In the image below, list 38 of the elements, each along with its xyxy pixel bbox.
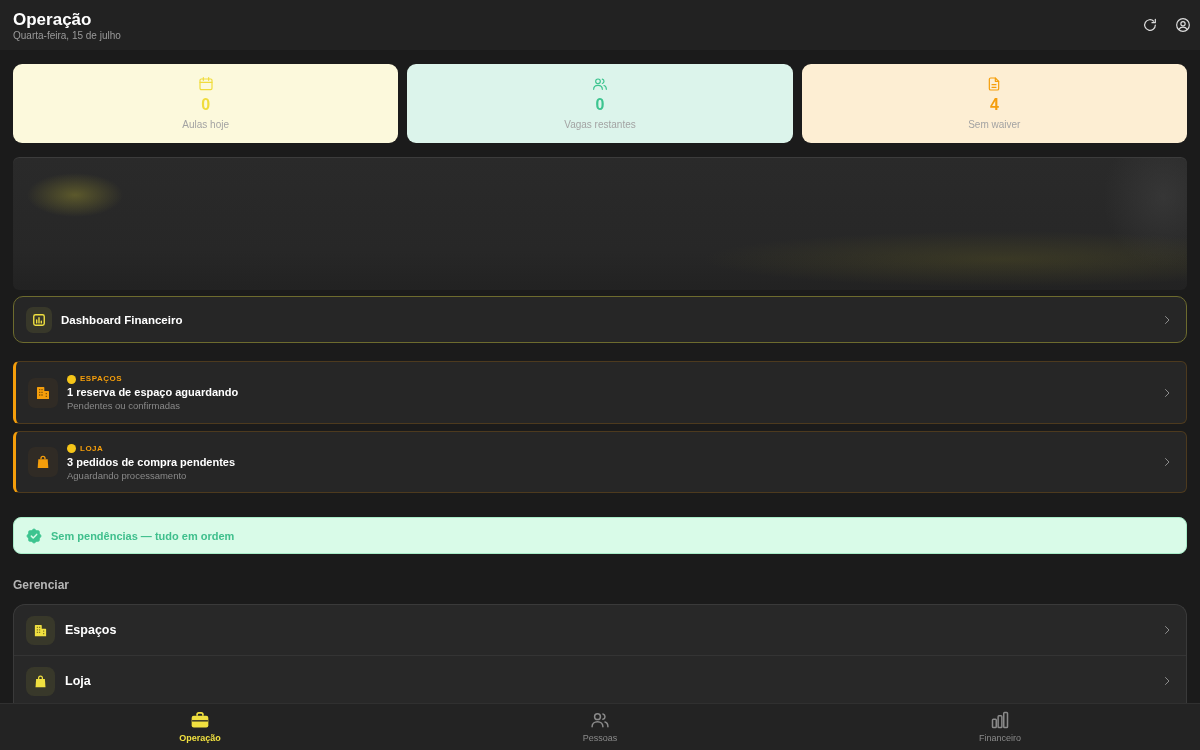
users-icon (592, 76, 608, 92)
check-badge-icon (26, 527, 42, 544)
stat-value: 0 (595, 96, 605, 114)
alert-title: 1 reserva de espaço aguardando (67, 385, 239, 400)
status-message: Sem pendências — tudo em ordem (51, 529, 235, 542)
alert-subtitle: Pendentes ou confirmadas (67, 400, 181, 412)
nav-tab[interactable]: Financeiro (973, 708, 1027, 746)
nav-tab[interactable]: Pessoas (576, 708, 624, 746)
stat-label: Sem waiver (968, 119, 1021, 131)
building-icon (26, 615, 55, 645)
building-icon (28, 377, 58, 408)
alert-category: LOJA (80, 442, 104, 455)
menu-item[interactable]: Espaços (14, 605, 1186, 656)
briefcase-icon (190, 710, 210, 730)
alert-card[interactable]: ESPAÇOS 1 reserva de espaço aguardando Pendentes ou confirmadas (13, 361, 1187, 424)
date-subtitle: Quarta-feira, 15 de julho (13, 30, 121, 42)
stat-label: Vagas restantes (564, 119, 636, 131)
stat-value: 4 (989, 96, 999, 114)
alert-category: ESPAÇOS (80, 373, 123, 385)
alert-card[interactable]: LOJA 3 pedidos de compra pendentes Aguardando processamento (13, 431, 1187, 493)
nav-tab[interactable]: Operação (173, 708, 227, 746)
page-title: Operação (13, 10, 92, 30)
status-dot-icon (67, 374, 76, 384)
bar-chart-icon (990, 710, 1010, 730)
calendar-icon (197, 76, 214, 92)
alert-title: 3 pedidos de compra pendentes (67, 454, 236, 470)
stat-value: 0 (201, 96, 211, 114)
chart-icon (26, 306, 52, 333)
shopping-bag-icon (26, 666, 55, 696)
alert-subtitle: Aguardando processamento (67, 469, 187, 482)
refresh-icon[interactable] (1142, 17, 1158, 33)
user-profile-icon[interactable] (1175, 17, 1191, 33)
section-heading: Gerenciar (13, 578, 70, 593)
shopping-bag-icon (28, 447, 58, 477)
status-dot-icon (67, 444, 76, 453)
users-icon (590, 710, 610, 730)
dashboard-link[interactable]: Dashboard Financeiro (13, 296, 1187, 343)
stat-label: Aulas hoje (182, 119, 229, 131)
